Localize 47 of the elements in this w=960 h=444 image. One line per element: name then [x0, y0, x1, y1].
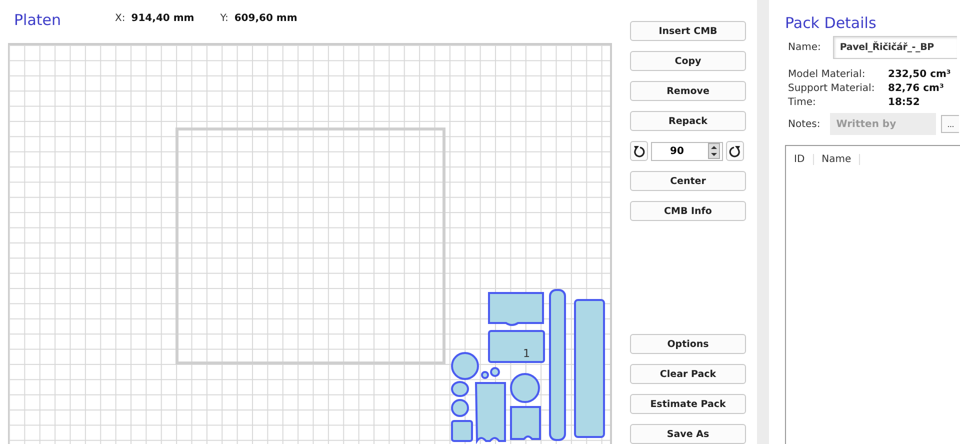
rotate-left-button[interactable]: [630, 141, 648, 161]
rotate-left-icon: [633, 144, 645, 158]
browse-button[interactable]: ...: [941, 115, 960, 133]
name-label: Name:: [788, 42, 821, 53]
part-shape[interactable]: [510, 373, 540, 403]
field-label: Model Material:: [788, 69, 866, 80]
platen-title: Platen: [14, 10, 62, 28]
action-button[interactable]: Center: [630, 171, 746, 191]
notes-label: Notes:: [788, 118, 820, 130]
column-header[interactable]: ID: [786, 154, 814, 164]
y-label: Y:: [220, 13, 228, 24]
field-label: Time:: [788, 97, 817, 108]
field-value: 232,50 cm³: [888, 69, 952, 80]
part-number: 1: [523, 347, 530, 360]
part-shape[interactable]: [475, 382, 506, 442]
rotate-right-button[interactable]: [726, 141, 744, 161]
field-value: 82,76 cm³: [888, 83, 945, 94]
part-shape[interactable]: [451, 420, 473, 442]
field-value: 18:52: [888, 97, 921, 108]
field-label: Support Material:: [788, 83, 876, 94]
action-button[interactable]: Copy: [630, 51, 746, 71]
column-header[interactable]: Name: [814, 154, 860, 164]
part-shape[interactable]: [574, 299, 605, 438]
part-shape[interactable]: [451, 352, 479, 380]
action-button[interactable]: Estimate Pack: [630, 394, 746, 414]
x-value: 914,40 mm: [131, 13, 194, 24]
action-button[interactable]: Save As: [630, 424, 746, 444]
rotation-spinbox[interactable]: 90: [651, 142, 723, 160]
part-shape[interactable]: [451, 381, 469, 397]
part-shape[interactable]: [488, 330, 545, 363]
name-field[interactable]: Pavel_Řičičář_-_BP: [832, 36, 957, 59]
part-shape[interactable]: [488, 292, 544, 326]
pack-details-title: Pack Details: [785, 14, 878, 32]
platen-grid[interactable]: 1: [8, 43, 612, 444]
part-shape[interactable]: [451, 399, 469, 417]
action-button[interactable]: Options: [630, 334, 746, 354]
action-button[interactable]: Remove: [630, 81, 746, 101]
part-shape[interactable]: [510, 406, 541, 440]
rotate-right-icon: [729, 144, 741, 158]
action-button[interactable]: Insert CMB: [630, 21, 746, 41]
action-button[interactable]: CMB Info: [630, 201, 746, 221]
y-value: 609,60 mm: [234, 13, 298, 24]
spin-arrows-icon[interactable]: [708, 143, 720, 159]
action-button[interactable]: Repack: [630, 111, 746, 131]
part-shape[interactable]: [549, 289, 566, 441]
action-button[interactable]: Clear Pack: [630, 364, 746, 384]
x-label: X:: [115, 13, 126, 24]
